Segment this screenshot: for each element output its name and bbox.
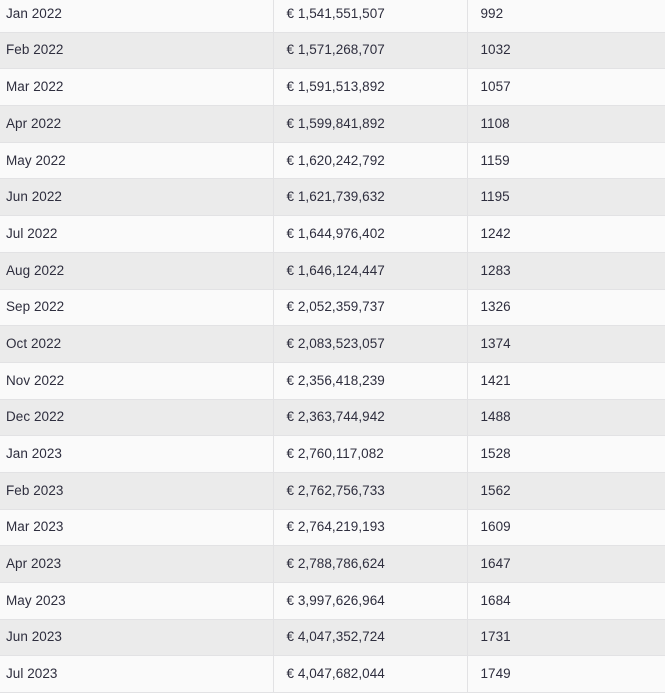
cell-count: 1421 [466, 362, 665, 400]
table-row[interactable]: Jul 2023 € 4,047,682,044 1749 [0, 655, 665, 693]
cell-count: 1057 [466, 68, 665, 107]
cell-count: 1374 [466, 325, 665, 363]
table-row[interactable]: Jan 2023 € 2,760,117,082 1528 [0, 435, 665, 473]
cell-amount: € 2,764,219,193 [272, 509, 467, 547]
cell-period: Apr 2023 [0, 545, 273, 583]
cell-period: Jun 2022 [0, 178, 273, 217]
cell-count: 1609 [466, 509, 665, 547]
cell-period: Dec 2022 [0, 399, 273, 437]
cell-amount: € 1,621,739,632 [272, 178, 467, 217]
cell-count: 1195 [466, 178, 665, 217]
cell-amount: € 2,762,756,733 [272, 472, 467, 510]
cell-count: 1283 [466, 252, 665, 290]
cell-amount: € 4,047,682,044 [272, 655, 467, 693]
cell-amount: € 1,646,124,447 [272, 252, 467, 290]
table-row[interactable]: Jun 2022 € 1,621,739,632 1195 [0, 178, 665, 217]
cell-count: 1684 [466, 582, 665, 620]
table-row[interactable]: May 2023 € 3,997,626,964 1684 [0, 582, 665, 620]
table-row[interactable]: Feb 2023 € 2,762,756,733 1562 [0, 472, 665, 510]
cell-period: Jul 2023 [0, 655, 273, 693]
cell-amount: € 2,788,786,624 [272, 545, 467, 583]
table-row[interactable]: Jun 2023 € 4,047,352,724 1731 [0, 619, 665, 657]
cell-period: May 2023 [0, 582, 273, 620]
cell-period: Feb 2023 [0, 472, 273, 510]
cell-amount: € 4,047,352,724 [272, 619, 467, 657]
cell-period: Jan 2022 [0, 0, 273, 33]
cell-period: Mar 2023 [0, 509, 273, 547]
cell-amount: € 1,571,268,707 [272, 32, 467, 70]
cell-period: Apr 2022 [0, 105, 273, 143]
cell-period: Jan 2023 [0, 435, 273, 473]
cell-amount: € 1,599,841,892 [272, 105, 467, 143]
cell-amount: € 1,591,513,892 [272, 68, 467, 107]
cell-count: 1562 [466, 472, 665, 510]
table-row[interactable]: Mar 2023 € 2,764,219,193 1609 [0, 509, 665, 547]
cell-count: 1108 [466, 105, 665, 143]
table-row[interactable]: Feb 2022 € 1,571,268,707 1032 [0, 32, 665, 70]
table-row[interactable]: May 2022 € 1,620,242,792 1159 [0, 142, 665, 180]
cell-count: 1731 [466, 619, 665, 657]
table-row[interactable]: Apr 2022 € 1,599,841,892 1108 [0, 105, 665, 143]
table-row[interactable]: Dec 2022 € 2,363,744,942 1488 [0, 399, 665, 437]
cell-amount: € 2,363,744,942 [272, 399, 467, 437]
table-row[interactable]: Jan 2022 € 1,541,551,507 992 [0, 0, 665, 33]
cell-count: 1159 [466, 142, 665, 180]
cell-count: 1242 [466, 215, 665, 253]
cell-period: Mar 2022 [0, 68, 273, 107]
cell-amount: € 2,052,359,737 [272, 289, 467, 327]
table-row[interactable]: Oct 2022 € 2,083,523,057 1374 [0, 325, 665, 363]
data-table: Jan 2022 € 1,541,551,507 992 Feb 2022 € 1,57… [0, 0, 665, 693]
cell-amount: € 1,620,242,792 [272, 142, 467, 180]
table-row[interactable]: Jul 2022 € 1,644,976,402 1242 [0, 215, 665, 253]
cell-amount: € 1,644,976,402 [272, 215, 467, 253]
cell-period: Aug 2022 [0, 252, 273, 290]
cell-amount: € 1,541,551,507 [272, 0, 467, 33]
cell-amount: € 2,760,117,082 [272, 435, 467, 473]
cell-count: 992 [466, 0, 665, 33]
cell-count: 1528 [466, 435, 665, 473]
cell-period: May 2022 [0, 142, 273, 180]
cell-count: 1647 [466, 545, 665, 583]
cell-amount: € 2,356,418,239 [272, 362, 467, 400]
cell-period: Sep 2022 [0, 289, 273, 327]
cell-amount: € 2,083,523,057 [272, 325, 467, 363]
table-body: Jan 2022 € 1,541,551,507 992 Feb 2022 € 1,57… [0, 0, 665, 693]
table-row[interactable]: Apr 2023 € 2,788,786,624 1647 [0, 545, 665, 583]
cell-count: 1749 [466, 655, 665, 693]
table-row[interactable]: Nov 2022 € 2,356,418,239 1421 [0, 362, 665, 400]
cell-count: 1326 [466, 289, 665, 327]
cell-period: Oct 2022 [0, 325, 273, 363]
cell-period: Nov 2022 [0, 362, 273, 400]
cell-count: 1032 [466, 32, 665, 70]
table-row[interactable]: Mar 2022 € 1,591,513,892 1057 [0, 68, 665, 107]
table-row[interactable]: Sep 2022 € 2,052,359,737 1326 [0, 289, 665, 327]
cell-count: 1488 [466, 399, 665, 437]
table-row[interactable]: Aug 2022 € 1,646,124,447 1283 [0, 252, 665, 290]
cell-amount: € 3,997,626,964 [272, 582, 467, 620]
cell-period: Jun 2023 [0, 619, 273, 657]
cell-period: Jul 2022 [0, 215, 273, 253]
cell-period: Feb 2022 [0, 32, 273, 70]
